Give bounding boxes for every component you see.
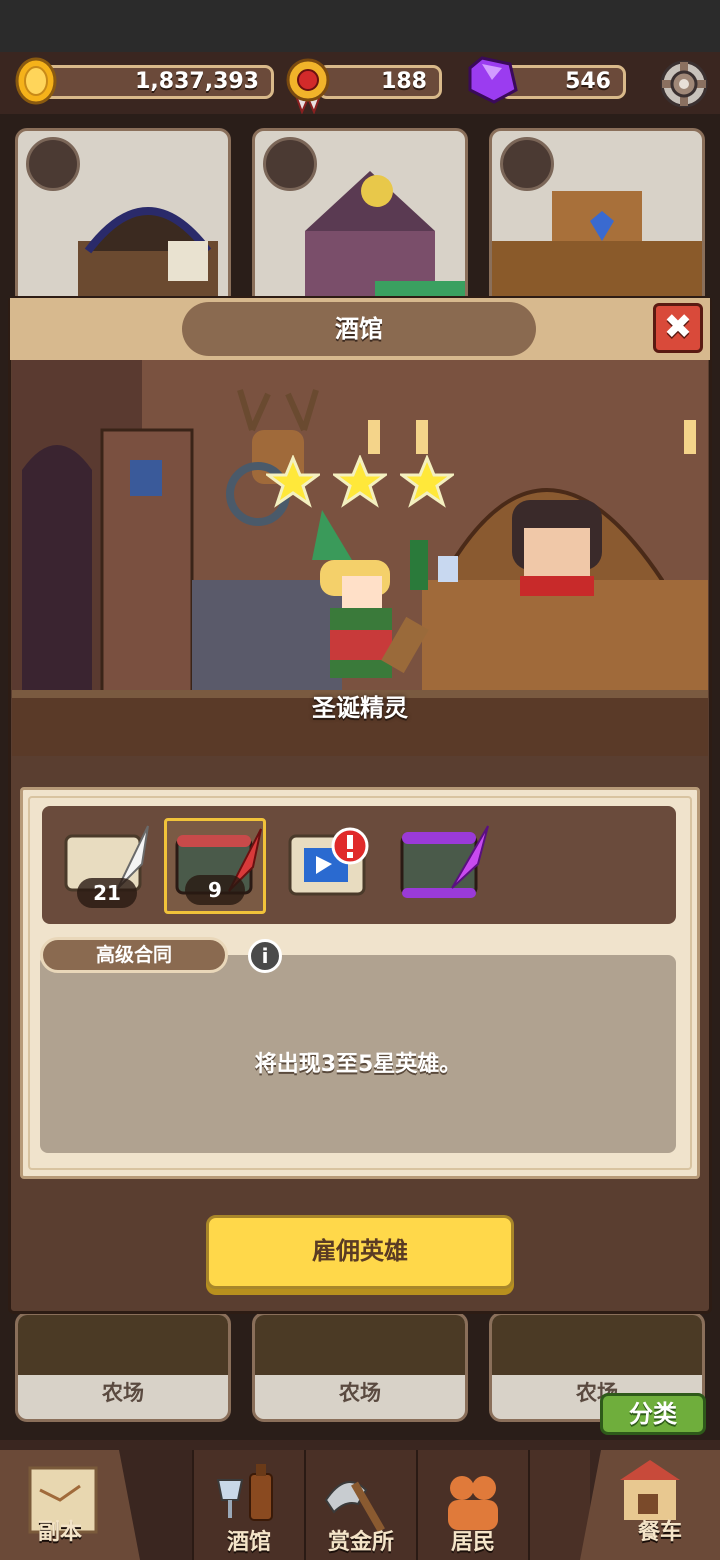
food-cart-label: 餐车 [637, 1520, 682, 1545]
gold-coin-icon [15, 57, 57, 105]
medal-amount: 188 [381, 69, 427, 94]
dungeon-label: 副本 [37, 1520, 82, 1545]
info-icon[interactable]: i [248, 939, 282, 973]
medal-icon [286, 58, 330, 114]
hero-star-3-icon [400, 455, 454, 508]
dialog-title: 酒馆 [182, 302, 536, 356]
close-button[interactable]: ✖ [653, 303, 703, 353]
nav-tab-tavern[interactable]: 酒馆 [192, 1450, 304, 1560]
farm-field [18, 1315, 228, 1375]
dungeon-button[interactable]: 副本 [0, 1450, 140, 1560]
gold-amount: 1,837,393 [135, 69, 259, 94]
scroll-purple-icon [400, 825, 489, 898]
resource-bar: 1,837,393 188 546 [0, 52, 720, 114]
residents-tab-label: 居民 [450, 1530, 495, 1555]
classify-button[interactable]: 分类 [600, 1393, 706, 1435]
farm-card-1[interactable]: 农场 [15, 1312, 231, 1422]
gold-counter: 1,837,393 [40, 65, 274, 99]
hero-star-1-icon [266, 455, 320, 508]
contract-scroll-epic[interactable] [392, 818, 494, 914]
nav-tab-residents[interactable]: 居民 [416, 1450, 528, 1560]
nav-tab-spacer [528, 1450, 590, 1560]
selected-contract-label: 高级合同 [40, 937, 228, 973]
food-cart-button[interactable]: 餐车 [580, 1450, 720, 1560]
gem-icon [468, 56, 518, 104]
contract-count: 21 [77, 878, 137, 908]
farm-card-2[interactable]: 农场 [252, 1312, 468, 1422]
hero-name: 圣诞精灵 [312, 694, 408, 722]
contract-count: 9 [185, 875, 245, 905]
farm-field [255, 1315, 465, 1375]
contract-scroll-advanced[interactable]: 9 [164, 818, 266, 914]
hire-hero-button[interactable]: 雇佣英雄 [206, 1215, 514, 1289]
alert-badge-icon [331, 827, 369, 865]
contract-scroll-special[interactable] [280, 818, 382, 914]
bounty-tab-label: 赏金所 [327, 1530, 394, 1555]
contract-scroll-common[interactable]: 21 [56, 818, 158, 914]
tavern-tab-label: 酒馆 [226, 1530, 271, 1555]
settings-gear-icon[interactable] [658, 58, 710, 110]
farm-label: 农场 [339, 1381, 381, 1405]
medal-counter: 188 [318, 65, 442, 99]
system-status-bar [0, 0, 720, 52]
contract-description: 将出现3至5星英雄。 [254, 1052, 462, 1077]
farm-field [492, 1315, 702, 1375]
nav-tab-bounty[interactable]: 赏金所 [304, 1450, 416, 1560]
gem-amount: 546 [565, 69, 611, 94]
farm-label: 农场 [102, 1381, 144, 1405]
hero-star-2-icon [333, 455, 387, 508]
